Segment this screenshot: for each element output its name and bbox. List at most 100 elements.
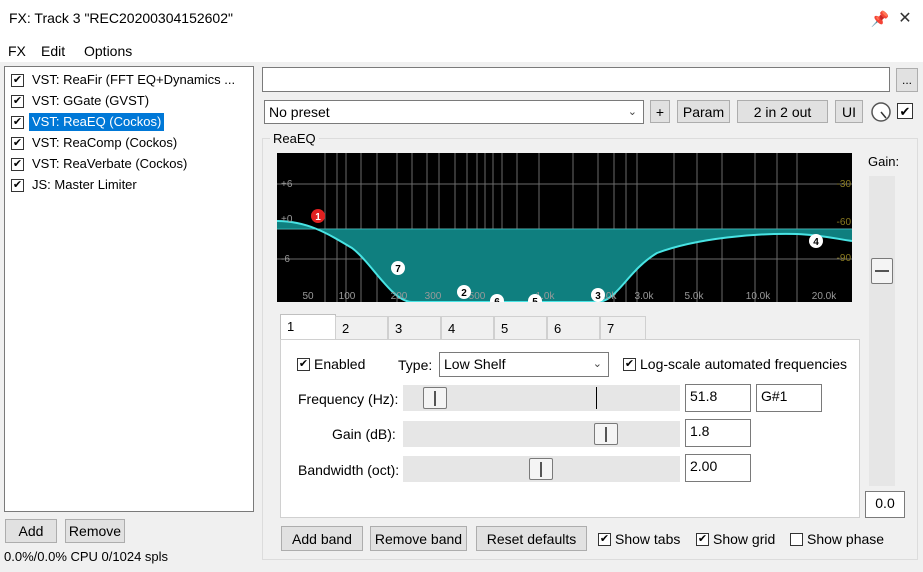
fx-enable-checkbox[interactable]: ✔ xyxy=(11,136,24,150)
tab-2[interactable]: 2 xyxy=(335,316,388,340)
tab-6[interactable]: 6 xyxy=(547,316,600,340)
menu-options[interactable]: Options xyxy=(84,43,132,59)
master-gain-label: Gain: xyxy=(868,154,900,169)
band-point-2[interactable]: 2 xyxy=(457,285,471,299)
fx-enable-checkbox[interactable]: ✔ xyxy=(11,157,24,171)
band-point-label: 6 xyxy=(494,297,500,302)
fx-item-label: VST: GGate (GVST) xyxy=(32,93,150,108)
band-point-1[interactable]: 1 xyxy=(311,209,325,223)
bandwidth-value[interactable]: 2.00 xyxy=(685,454,751,482)
fx-enable-checkbox[interactable]: ✔ xyxy=(11,115,24,129)
band-point-label: 3 xyxy=(595,291,601,302)
menu-edit[interactable]: Edit xyxy=(41,43,65,59)
show-grid-checkbox-box[interactable]: ✔ xyxy=(696,532,709,546)
fx-bypass-checkbox[interactable]: ✔ xyxy=(897,103,913,119)
fx-item-label: JS: Master Limiter xyxy=(32,177,137,192)
fx-item-master-limiter[interactable]: ✔ JS: Master Limiter xyxy=(11,175,140,195)
band-point-3[interactable]: 3 xyxy=(591,288,605,302)
freq-label: 10.0k xyxy=(746,291,771,302)
show-phase-checkbox-box[interactable] xyxy=(790,532,803,546)
show-tabs-checkbox-box[interactable]: ✔ xyxy=(598,532,611,546)
add-band-button[interactable]: Add band xyxy=(281,526,363,551)
param-button[interactable]: Param xyxy=(677,100,730,123)
ui-button[interactable]: UI xyxy=(835,100,863,123)
close-icon[interactable]: ✕ xyxy=(894,8,916,30)
enabled-label: Enabled xyxy=(314,356,366,372)
pin-icon[interactable]: 📌 xyxy=(870,10,890,30)
pin-io-button[interactable]: 2 in 2 out xyxy=(737,100,828,123)
menu-fx[interactable]: FX xyxy=(8,43,26,59)
fx-enable-checkbox[interactable]: ✔ xyxy=(11,94,24,108)
freq-label: 20.0k xyxy=(812,291,837,302)
remove-fx-button[interactable]: Remove xyxy=(65,519,125,543)
cpu-status: 0.0%/0.0% CPU 0/1024 spls xyxy=(4,549,169,564)
fx-item-reafir[interactable]: ✔ VST: ReaFir (FFT EQ+Dynamics ... xyxy=(11,70,238,90)
logscale-checkbox[interactable]: ✔ Log-scale automated frequencies xyxy=(623,356,847,372)
reset-defaults-button[interactable]: Reset defaults xyxy=(476,526,587,551)
chevron-down-icon: ⌄ xyxy=(592,358,602,370)
add-preset-button[interactable]: + xyxy=(650,100,670,123)
show-phase-checkbox[interactable]: Show phase xyxy=(790,531,884,547)
fx-item-label: VST: ReaVerbate (Cockos) xyxy=(32,156,188,171)
remove-band-button[interactable]: Remove band xyxy=(370,526,467,551)
master-gain-thumb[interactable] xyxy=(871,258,893,284)
preset-value: No preset xyxy=(269,104,330,120)
fx-item-reaverbate[interactable]: ✔ VST: ReaVerbate (Cockos) xyxy=(11,154,190,174)
db-label: -6 xyxy=(281,254,290,265)
fx-item-reacomp[interactable]: ✔ VST: ReaComp (Cockos) xyxy=(11,133,180,153)
band-point-label: 1 xyxy=(315,212,321,223)
freq-label: 300 xyxy=(425,291,442,302)
gain-thumb[interactable] xyxy=(594,423,618,445)
frequency-value[interactable]: 51.8 xyxy=(685,384,751,412)
master-gain-slider[interactable] xyxy=(869,176,895,486)
preset-select[interactable]: No preset ⌄ xyxy=(264,100,644,124)
band-point-7[interactable]: 7 xyxy=(391,261,405,275)
logscale-checkbox-box[interactable]: ✔ xyxy=(623,357,636,371)
bandwidth-thumb[interactable] xyxy=(529,458,553,480)
add-fx-button[interactable]: Add xyxy=(5,519,57,543)
bandwidth-slider[interactable] xyxy=(403,456,680,482)
fx-item-label: VST: ReaComp (Cockos) xyxy=(32,135,178,150)
eq-graph-svg[interactable]: +6 +0 -6 -30 -60 -90 50 100 200 300 500 … xyxy=(277,153,852,302)
tab-3[interactable]: 3 xyxy=(388,316,441,340)
gain-value[interactable]: 1.8 xyxy=(685,419,751,447)
fx-enable-checkbox[interactable]: ✔ xyxy=(11,73,24,87)
eq-response-fill xyxy=(277,221,852,302)
band-point-label: 2 xyxy=(461,288,467,299)
frequency-note[interactable]: G#1 xyxy=(756,384,822,412)
tab-5[interactable]: 5 xyxy=(494,316,547,340)
fx-item-label: VST: ReaEQ (Cockos) xyxy=(29,113,165,131)
enabled-checkbox-box[interactable]: ✔ xyxy=(297,357,310,371)
tab-7[interactable]: 7 xyxy=(600,316,646,340)
fx-item-ggate[interactable]: ✔ VST: GGate (GVST) xyxy=(11,91,152,111)
freq-label: 200 xyxy=(391,291,408,302)
tab-4[interactable]: 4 xyxy=(441,316,494,340)
freq-label: 500 xyxy=(469,291,486,302)
wet-knob-icon[interactable] xyxy=(870,101,892,123)
band-tabs: 1 2 3 4 5 6 7 xyxy=(280,314,646,341)
frequency-thumb[interactable] xyxy=(423,387,447,409)
eq-graph[interactable]: +6 +0 -6 -30 -60 -90 50 100 200 300 500 … xyxy=(277,153,852,302)
fx-item-reaeq[interactable]: ✔ VST: ReaEQ (Cockos) xyxy=(11,112,165,132)
more-button[interactable]: ... xyxy=(896,68,918,92)
master-gain-value[interactable]: 0.0 xyxy=(865,491,905,518)
show-grid-checkbox[interactable]: ✔ Show grid xyxy=(696,531,775,547)
frequency-label: Frequency (Hz): xyxy=(298,391,399,407)
fx-chain-list[interactable]: ✔ VST: ReaFir (FFT EQ+Dynamics ... ✔ VST… xyxy=(4,66,254,512)
gain-slider[interactable] xyxy=(403,421,680,447)
band-point-label: 4 xyxy=(813,237,819,248)
show-tabs-checkbox[interactable]: ✔ Show tabs xyxy=(598,531,680,547)
tab-1[interactable]: 1 xyxy=(280,314,336,341)
band-point-4[interactable]: 4 xyxy=(809,234,823,248)
enabled-checkbox[interactable]: ✔ Enabled xyxy=(297,356,365,372)
frequency-slider[interactable] xyxy=(403,385,680,411)
db-label: +0 xyxy=(281,214,293,225)
fx-search-input[interactable] xyxy=(262,67,890,92)
db-label: +6 xyxy=(281,179,293,190)
band-type-select[interactable]: Low Shelf ⌄ xyxy=(439,352,609,377)
show-phase-label: Show phase xyxy=(807,531,885,547)
fx-enable-checkbox[interactable]: ✔ xyxy=(11,178,24,192)
right-scale-label: -90 xyxy=(837,253,852,264)
frequency-default-marker xyxy=(596,387,597,409)
fx-item-label: VST: ReaFir (FFT EQ+Dynamics ... xyxy=(32,72,236,87)
